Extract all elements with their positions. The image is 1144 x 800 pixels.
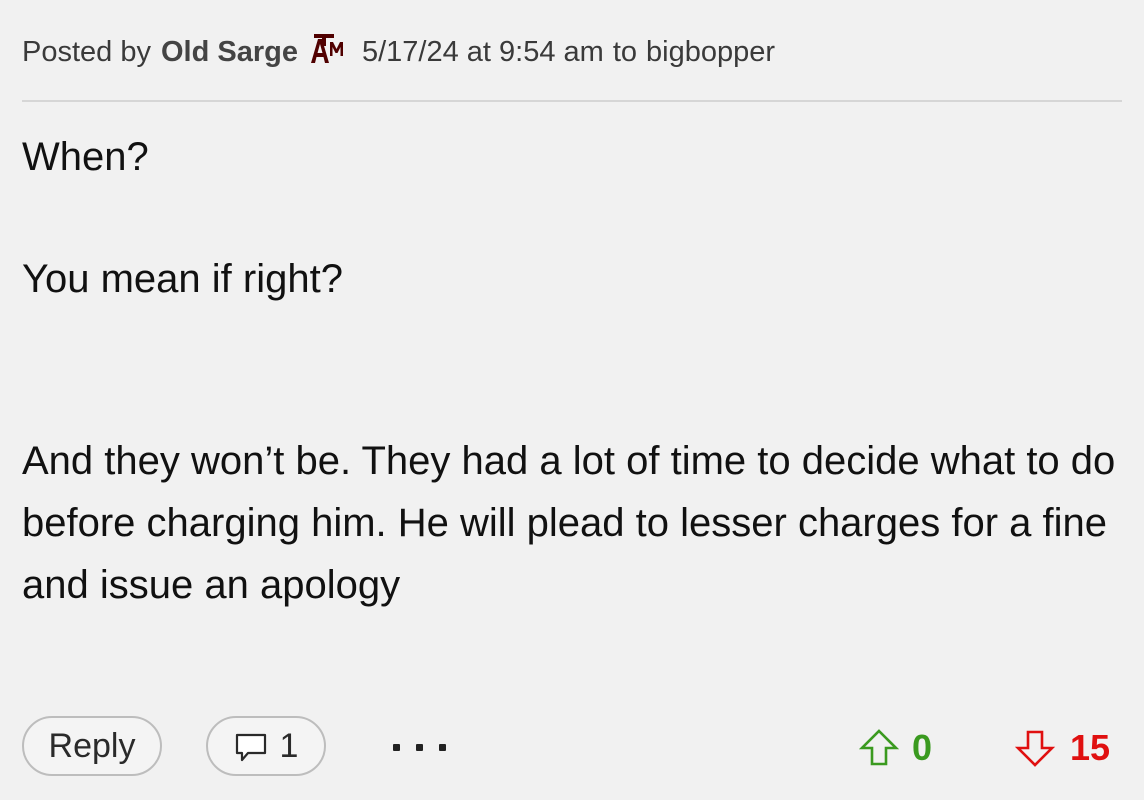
author-name[interactable]: Old Sarge — [161, 36, 298, 69]
post-timestamp: 5/17/24 at 9:54 am — [361, 35, 604, 68]
post-body-line: And they won’t be. They had a lot of tim… — [22, 439, 1127, 607]
header-divider — [22, 100, 1122, 102]
reply-to-label: to — [612, 35, 638, 68]
downvote-button[interactable]: 15 — [1014, 726, 1110, 770]
comments-button[interactable]: 1 — [206, 716, 326, 776]
upvote-count: 0 — [912, 727, 933, 768]
ellipsis-icon — [392, 743, 400, 751]
arrow-down-icon — [1014, 727, 1056, 769]
post-actions: Reply 1 0 15 — [0, 716, 1144, 780]
downvote-count: 15 — [1070, 727, 1111, 768]
reply-button-label: Reply — [48, 726, 136, 765]
post-body: When? You mean if right? And they won’t … — [22, 126, 1122, 616]
posted-by-label: Posted by — [22, 35, 151, 68]
post-header: Posted by Old Sarge 5/17/24 at 9:54 am t… — [22, 32, 775, 72]
texas-am-logo-icon — [308, 32, 348, 64]
more-options-button[interactable] — [384, 722, 454, 772]
post-body-line: When? — [22, 135, 149, 179]
comment-count: 1 — [279, 726, 299, 765]
reply-button[interactable]: Reply — [22, 716, 162, 776]
post-body-line: You mean if right? — [22, 257, 343, 301]
arrow-up-icon — [858, 727, 900, 769]
upvote-button[interactable]: 0 — [858, 726, 932, 770]
reply-to-user[interactable]: bigbopper — [646, 36, 775, 69]
speech-bubble-icon — [234, 732, 268, 764]
